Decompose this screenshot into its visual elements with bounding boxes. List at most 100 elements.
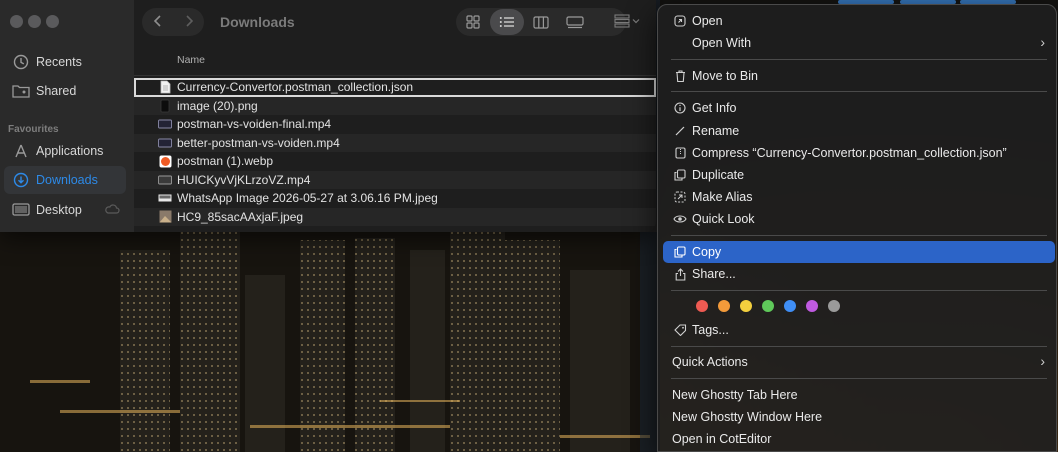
shared-folder-icon bbox=[10, 84, 32, 98]
duplicate-icon bbox=[673, 168, 687, 182]
menu-item-duplicate[interactable]: Duplicate bbox=[663, 164, 1055, 186]
video-icon bbox=[158, 173, 172, 187]
tag-red-button[interactable] bbox=[696, 300, 708, 312]
file-row[interactable]: postman-vs-voiden-final.mp4 bbox=[134, 115, 656, 134]
sidebar-item-label: Applications bbox=[36, 144, 104, 158]
menu-item-open-with[interactable]: Open With › bbox=[663, 32, 1055, 54]
view-switcher bbox=[456, 8, 626, 36]
file-name: postman (1).webp bbox=[177, 154, 274, 169]
file-name: HUICKyvVjKLrzoVZ.mp4 bbox=[177, 172, 311, 187]
sidebar-item-label: Downloads bbox=[36, 173, 98, 187]
menu-item-copy[interactable]: Copy bbox=[663, 241, 1055, 263]
chevron-down-icon bbox=[632, 19, 640, 24]
close-window-button[interactable] bbox=[10, 15, 23, 28]
file-row[interactable]: image (20).png bbox=[134, 96, 656, 115]
tag-orange-button[interactable] bbox=[718, 300, 730, 312]
file-row[interactable]: HC9_85sacAAxjaF.jpeg bbox=[134, 207, 656, 226]
file-name: Currency-Convertor.postman_collection.js… bbox=[177, 80, 414, 95]
sidebar-item-label: Desktop bbox=[36, 203, 82, 217]
video-icon bbox=[158, 117, 172, 131]
image-icon bbox=[158, 191, 172, 205]
image-icon bbox=[158, 210, 172, 224]
sidebar-item-downloads[interactable]: Downloads bbox=[4, 166, 126, 194]
alias-icon bbox=[673, 190, 687, 204]
sidebar-item-label: Shared bbox=[36, 84, 77, 98]
tag-blue-button[interactable] bbox=[784, 300, 796, 312]
column-view-button[interactable] bbox=[524, 9, 558, 35]
window-title: Downloads bbox=[220, 14, 295, 30]
tag-color-picker bbox=[696, 300, 840, 312]
menu-separator bbox=[671, 235, 1047, 236]
file-row[interactable]: Currency-Convertor.postman_collection.js… bbox=[134, 78, 656, 97]
sidebar-item-desktop[interactable]: Desktop bbox=[4, 196, 126, 224]
finder-window: Recents Shared Favourites Applications D… bbox=[0, 0, 656, 232]
icon-view-button[interactable] bbox=[456, 9, 490, 35]
menu-item-get-info[interactable]: Get Info bbox=[663, 97, 1055, 119]
menu-separator bbox=[671, 378, 1047, 379]
zoom-window-button[interactable] bbox=[46, 15, 59, 28]
menu-separator bbox=[671, 346, 1047, 347]
chevron-right-icon: › bbox=[1040, 353, 1045, 369]
file-row[interactable]: WhatsApp Image 2026-05-27 at 3.06.16 PM.… bbox=[134, 189, 656, 208]
file-row[interactable]: HUICKyvVjKLrzoVZ.mp4 bbox=[134, 170, 656, 189]
sidebar: Recents Shared Favourites Applications D… bbox=[0, 0, 134, 232]
icloud-icon bbox=[104, 203, 120, 217]
tag-icon bbox=[673, 323, 687, 337]
menu-item-new-ghostty-window[interactable]: New Ghostty Window Here bbox=[663, 406, 1055, 428]
minimize-window-button[interactable] bbox=[28, 15, 41, 28]
sidebar-item-applications[interactable]: Applications bbox=[4, 137, 126, 165]
menu-item-tags[interactable]: Tags... bbox=[663, 319, 1055, 341]
chevron-right-icon[interactable] bbox=[184, 14, 194, 31]
tag-green-button[interactable] bbox=[762, 300, 774, 312]
menu-item-rename[interactable]: Rename bbox=[663, 120, 1055, 142]
desktop-icon bbox=[10, 203, 32, 217]
name-column-header[interactable]: Name bbox=[177, 54, 205, 66]
file-name: better-postman-vs-voiden.mp4 bbox=[177, 135, 340, 150]
columns-icon bbox=[533, 15, 549, 29]
menu-item-open[interactable]: Open bbox=[663, 10, 1055, 32]
menu-item-open-in-coteditor[interactable]: Open in CotEditor bbox=[663, 428, 1055, 450]
menu-item-make-alias[interactable]: Make Alias bbox=[663, 186, 1055, 208]
file-row[interactable]: better-postman-vs-voiden.mp4 bbox=[134, 133, 656, 152]
tag-purple-button[interactable] bbox=[806, 300, 818, 312]
gallery-view-button[interactable] bbox=[558, 9, 592, 35]
share-icon bbox=[673, 267, 687, 281]
chevron-left-icon[interactable] bbox=[153, 14, 163, 31]
file-name: HC9_85sacAAxjaF.jpeg bbox=[177, 209, 304, 224]
file-name: image (20).png bbox=[177, 98, 258, 113]
list-view-button[interactable] bbox=[490, 9, 524, 35]
column-header[interactable]: Name bbox=[134, 46, 656, 76]
info-icon bbox=[673, 101, 687, 115]
menu-item-quick-look[interactable]: Quick Look bbox=[663, 208, 1055, 230]
file-list: Currency-Convertor.postman_collection.js… bbox=[134, 78, 656, 226]
menu-item-share[interactable]: Share... bbox=[663, 263, 1055, 285]
sidebar-section-favourites: Favourites bbox=[8, 124, 59, 135]
context-menu: Open Open With › Move to Bin Get Info Re… bbox=[657, 4, 1057, 452]
postman-image-icon bbox=[158, 154, 172, 168]
toolbar: Downloads bbox=[134, 0, 656, 46]
menu-item-move-to-bin[interactable]: Move to Bin bbox=[663, 65, 1055, 87]
archive-icon bbox=[673, 146, 687, 160]
menu-separator bbox=[671, 59, 1047, 60]
list-icon bbox=[499, 17, 514, 27]
navigation-buttons bbox=[142, 8, 204, 36]
sidebar-item-label: Recents bbox=[36, 55, 82, 69]
sidebar-item-shared[interactable]: Shared bbox=[4, 77, 126, 105]
tag-yellow-button[interactable] bbox=[740, 300, 752, 312]
sidebar-item-recents[interactable]: Recents bbox=[4, 48, 126, 76]
group-icon bbox=[614, 14, 630, 28]
copy-icon bbox=[673, 245, 687, 259]
tag-grey-button[interactable] bbox=[828, 300, 840, 312]
menu-item-compress[interactable]: Compress “Currency-Convertor.postman_col… bbox=[663, 142, 1055, 164]
clock-icon bbox=[10, 54, 32, 70]
eye-icon bbox=[673, 212, 687, 226]
open-icon bbox=[673, 14, 687, 28]
group-by-button[interactable] bbox=[614, 14, 640, 28]
menu-separator bbox=[671, 91, 1047, 92]
menu-item-quick-actions[interactable]: Quick Actions › bbox=[663, 351, 1055, 373]
file-row[interactable]: postman (1).webp bbox=[134, 152, 656, 171]
pencil-icon bbox=[673, 124, 687, 138]
video-icon bbox=[158, 136, 172, 150]
menu-item-new-ghostty-tab[interactable]: New Ghostty Tab Here bbox=[663, 384, 1055, 406]
document-icon bbox=[158, 80, 172, 94]
